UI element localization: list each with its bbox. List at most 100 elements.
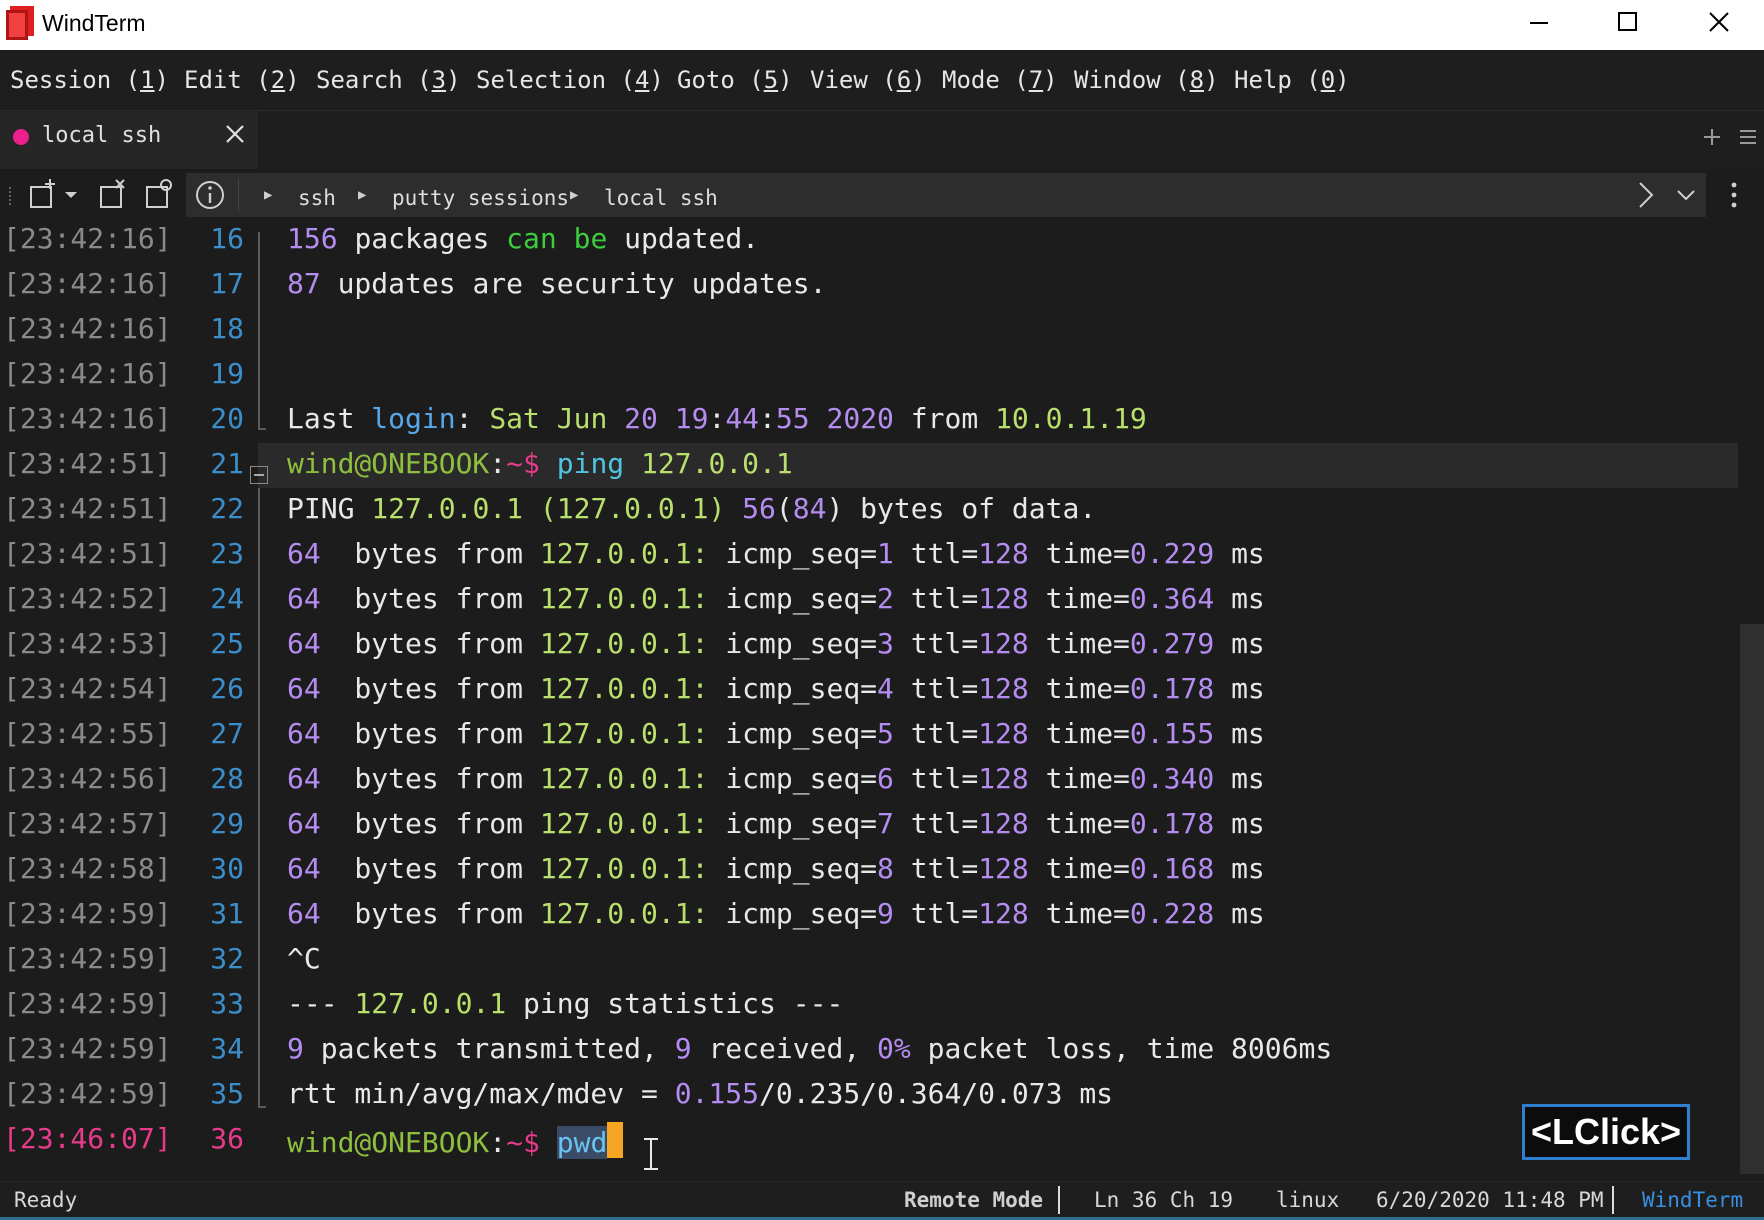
ping-time-value: 0.178 [1129, 807, 1215, 840]
terminal-line[interactable]: 64 bytes from 127.0.0.1: icmp_seq=5 ttl=… [287, 717, 1265, 750]
status-app-name[interactable]: WindTerm [1642, 1188, 1743, 1212]
text-segment: packet loss, time 8006ms [910, 1032, 1333, 1065]
timestamp: [23:42:16] [3, 402, 172, 435]
terminal-line[interactable]: PING 127.0.0.1 (127.0.0.1) 56(84) bytes … [287, 492, 1096, 525]
terminal-line[interactable]: wind@ONEBOOK:~$ ping 127.0.0.1 [287, 447, 793, 480]
terminal-line[interactable]: wind@ONEBOOK:~$ pwd [287, 1122, 624, 1159]
terminal-line[interactable]: 9 packets transmitted, 9 received, 0% pa… [287, 1032, 1332, 1065]
text-segment: time= [1028, 762, 1130, 795]
terminal-line[interactable]: 156 packages can be updated. [287, 222, 759, 255]
info-icon[interactable] [192, 177, 228, 213]
chevron-right-icon[interactable] [1628, 177, 1664, 213]
text-segment: 127.0.0.1: [539, 807, 726, 840]
line-number: 34 [210, 1032, 244, 1065]
terminal-line[interactable]: 64 bytes from 127.0.0.1: icmp_seq=7 ttl=… [287, 807, 1265, 840]
terminal-line[interactable]: 64 bytes from 127.0.0.1: icmp_seq=8 ttl=… [287, 852, 1265, 885]
terminal-line[interactable]: rtt min/avg/max/mdev = 0.155/0.235/0.364… [287, 1077, 1113, 1110]
breadcrumb-item-putty-sessions[interactable]: putty sessions [392, 186, 569, 210]
text-segment: pwd [556, 1126, 608, 1159]
fold-guide [258, 232, 260, 430]
text-segment: ttl= [893, 762, 979, 795]
line-number: 22 [210, 492, 244, 525]
menu-shortcut-key: 8 [1189, 66, 1205, 94]
chevron-down-icon[interactable] [1668, 177, 1704, 213]
text-segment: 127.0.0.1: [539, 717, 726, 750]
terminal-view[interactable]: [23:42:16] 16 156 packages can be updated.… [0, 221, 1764, 1181]
timestamp: [23:42:16] [3, 267, 172, 300]
line-number: 33 [210, 987, 244, 1020]
text-segment: ttl= [893, 537, 979, 570]
terminal-line[interactable]: 87 updates are security updates. [287, 267, 826, 300]
timestamp: [23:42:16] [3, 357, 172, 390]
fold-toggle-icon[interactable] [250, 466, 268, 484]
scrollbar-thumb[interactable] [1740, 624, 1764, 1174]
menu-label: Selection [476, 66, 607, 94]
duplicate-session-icon[interactable] [142, 177, 178, 213]
more-options-icon[interactable] [1722, 177, 1746, 213]
breadcrumb-divider [238, 179, 239, 211]
new-tab-icon[interactable] [1700, 125, 1724, 149]
icmp-seq-value: 4 [877, 672, 894, 705]
terminal-line[interactable]: ^C [287, 942, 321, 975]
status-ready: Ready [14, 1188, 78, 1212]
line-number: 28 [210, 762, 244, 795]
terminal-line[interactable]: 64 bytes from 127.0.0.1: icmp_seq=6 ttl=… [287, 762, 1265, 795]
tab-bar: local ssh [0, 111, 1764, 169]
breadcrumb: ▶ ssh ▶ putty sessions ▶ local ssh [186, 173, 1706, 217]
menu-edit[interactable]: Edit (2) [184, 66, 300, 94]
text-segment: : [708, 402, 726, 435]
timestamp: [23:42:59] [3, 942, 172, 975]
terminal-line[interactable]: 64 bytes from 127.0.0.1: icmp_seq=2 ttl=… [287, 582, 1265, 615]
status-os[interactable]: linux [1276, 1188, 1339, 1212]
new-session-icon[interactable] [26, 177, 62, 213]
timestamp: [23:46:07] [3, 1122, 172, 1155]
close-tab-icon[interactable] [224, 123, 246, 145]
tab-local-ssh[interactable]: local ssh [0, 111, 258, 169]
menu-mode[interactable]: Mode (7) [942, 66, 1058, 94]
menu-window[interactable]: Window (8) [1074, 66, 1219, 94]
menu-label: Window [1074, 66, 1161, 94]
terminal-line[interactable]: 64 bytes from 127.0.0.1: icmp_seq=9 ttl=… [287, 897, 1265, 930]
ping-time-value: 0.279 [1129, 627, 1215, 660]
text-segment: icmp_seq= [725, 807, 878, 840]
text-segment: 128 [978, 762, 1029, 795]
text-segment: bytes from [337, 852, 540, 885]
menu-view[interactable]: View (6) [810, 66, 926, 94]
terminal-line[interactable]: 64 bytes from 127.0.0.1: icmp_seq=4 ttl=… [287, 672, 1265, 705]
tab-list-menu-icon[interactable] [1736, 125, 1760, 149]
terminal-line[interactable]: 64 bytes from 127.0.0.1: icmp_seq=1 ttl=… [287, 537, 1265, 570]
line-number: 31 [210, 897, 244, 930]
text-segment: ms [1214, 627, 1265, 660]
menu-session[interactable]: Session (1) [10, 66, 169, 94]
line-number: 30 [210, 852, 244, 885]
close-window-icon[interactable] [1684, 0, 1754, 50]
breadcrumb-item-ssh[interactable]: ssh [298, 186, 336, 210]
icmp-seq-value: 2 [877, 582, 894, 615]
status-cursor-position[interactable]: Ln 36 Ch 19 [1094, 1188, 1233, 1212]
timestamp: [23:42:59] [3, 1032, 172, 1065]
menu-shortcut-key: 6 [896, 66, 912, 94]
terminal-line[interactable]: Last login: Sat Jun 20 19:44:55 2020 fro… [287, 402, 1147, 435]
terminal-line[interactable]: --- 127.0.0.1 ping statistics --- [287, 987, 843, 1020]
close-session-icon[interactable] [96, 177, 132, 213]
status-mode[interactable]: Remote Mode [904, 1188, 1043, 1212]
menu-search[interactable]: Search (3) [316, 66, 461, 94]
text-segment: ttl= [893, 627, 979, 660]
window-title: WindTerm [42, 10, 146, 36]
text-segment: received, [708, 1032, 878, 1065]
title-bar: WindTerm [0, 0, 1764, 50]
timestamp: [23:42:59] [3, 897, 172, 930]
text-segment: bytes from [337, 897, 540, 930]
new-session-dropdown-icon[interactable] [62, 177, 80, 213]
text-segment: 87 [287, 267, 338, 300]
text-segment: ms [1214, 852, 1265, 885]
maximize-icon[interactable] [1592, 0, 1662, 50]
minimize-icon[interactable] [1504, 0, 1574, 50]
timestamp: [23:42:51] [3, 492, 172, 525]
menu-help[interactable]: Help (0) [1234, 66, 1350, 94]
menu-selection[interactable]: Selection (4) [476, 66, 664, 94]
terminal-line[interactable]: 64 bytes from 127.0.0.1: icmp_seq=3 ttl=… [287, 627, 1265, 660]
menu-goto[interactable]: Goto (5) [677, 66, 793, 94]
breadcrumb-item-local-ssh[interactable]: local ssh [604, 186, 718, 210]
text-segment: 64 [287, 537, 338, 570]
